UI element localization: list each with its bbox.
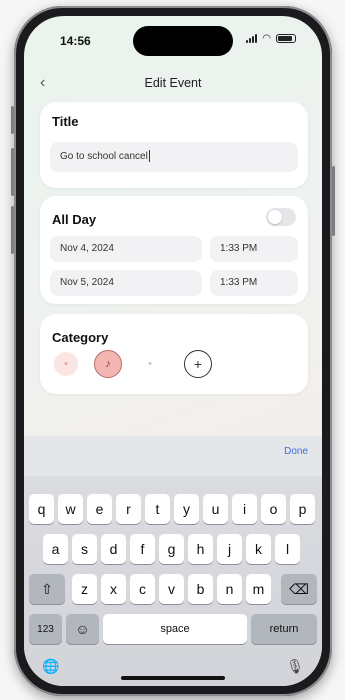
page-title: Edit Event (144, 76, 202, 90)
key-d[interactable]: d (101, 534, 126, 564)
keyboard: Done q w e r t y u i o p a s d f g h j k… (24, 436, 322, 686)
key-a[interactable]: a (43, 534, 68, 564)
return-key[interactable]: return (251, 614, 317, 644)
all-day-card: All Day Nov 4, 2024 1:33 PM Nov 5, 2024 … (40, 196, 308, 304)
key-q[interactable]: q (29, 494, 54, 524)
key-y[interactable]: y (174, 494, 199, 524)
start-time-field[interactable]: 1:33 PM (210, 236, 298, 262)
title-input[interactable]: Go to school cancel (50, 142, 298, 172)
status-icons: ◠ (246, 33, 296, 44)
key-row-4: 123 ☺ space return (24, 614, 322, 646)
category-label: Category (52, 330, 109, 345)
emoji-key[interactable]: ☺ (66, 614, 99, 644)
phone-frame: 14:56 ◠ ‹ Edit Event Title Go to school … (11, 6, 335, 696)
end-time-field[interactable]: 1:33 PM (210, 270, 298, 296)
key-l[interactable]: l (275, 534, 300, 564)
key-x[interactable]: x (101, 574, 126, 604)
add-category-button[interactable]: + (184, 350, 212, 378)
keyboard-toolbar: Done (24, 436, 322, 476)
globe-icon[interactable]: 🌐 (42, 658, 59, 675)
add-circle-icon: + (193, 356, 203, 372)
key-t[interactable]: t (145, 494, 170, 524)
title-card: Title Go to school cancel (40, 102, 308, 188)
battery-icon (276, 34, 296, 43)
cellular-signal-icon (246, 34, 258, 43)
done-button[interactable]: Done (284, 446, 308, 457)
delete-icon: ⌫ (289, 580, 309, 597)
shift-key[interactable]: ⇧ (29, 574, 65, 604)
category-option-1[interactable]: • (54, 352, 78, 376)
start-date-field[interactable]: Nov 4, 2024 (50, 236, 202, 262)
nav-bar: ‹ Edit Event (24, 74, 322, 96)
screen: 14:56 ◠ ‹ Edit Event Title Go to school … (24, 16, 322, 686)
key-f[interactable]: f (130, 534, 155, 564)
power-button (332, 166, 335, 236)
space-key[interactable]: space (103, 614, 247, 644)
key-n[interactable]: n (217, 574, 242, 604)
key-u[interactable]: u (203, 494, 228, 524)
end-date-field[interactable]: Nov 5, 2024 (50, 270, 202, 296)
category-option-3[interactable]: • (138, 352, 162, 376)
category-dot-icon: • (64, 358, 68, 370)
text-cursor (148, 150, 150, 163)
key-o[interactable]: o (261, 494, 286, 524)
volume-up-button (11, 148, 14, 196)
key-row-1: q w e r t y u i o p (24, 494, 322, 526)
action-button (11, 106, 14, 134)
key-z[interactable]: z (72, 574, 97, 604)
key-p[interactable]: p (290, 494, 315, 524)
key-c[interactable]: c (130, 574, 155, 604)
key-e[interactable]: e (87, 494, 112, 524)
key-w[interactable]: w (58, 494, 83, 524)
key-b[interactable]: b (188, 574, 213, 604)
title-label: Title (52, 114, 79, 129)
key-s[interactable]: s (72, 534, 97, 564)
key-row-2: a s d f g h j k l (24, 534, 322, 566)
key-m[interactable]: m (246, 574, 271, 604)
dynamic-island (133, 26, 233, 56)
home-indicator (121, 676, 225, 680)
numbers-key[interactable]: 123 (29, 614, 62, 644)
category-option-2[interactable]: ♪ (94, 350, 122, 378)
key-i[interactable]: i (232, 494, 257, 524)
wifi-icon: ◠ (262, 33, 271, 44)
microphone-icon[interactable]: 🎙 (286, 658, 304, 675)
title-input-value: Go to school cancel (60, 151, 148, 162)
key-g[interactable]: g (159, 534, 184, 564)
volume-down-button (11, 206, 14, 254)
key-j[interactable]: j (217, 534, 242, 564)
key-v[interactable]: v (159, 574, 184, 604)
category-card: Category • ♪ • + (40, 314, 308, 394)
music-note-icon: ♪ (105, 358, 111, 370)
key-h[interactable]: h (188, 534, 213, 564)
shift-icon: ⇧ (41, 580, 53, 597)
key-row-3: ⇧ z x c v b n m ⌫ (24, 574, 322, 606)
delete-key[interactable]: ⌫ (281, 574, 317, 604)
emoji-icon: ☺ (75, 621, 90, 637)
key-r[interactable]: r (116, 494, 141, 524)
key-k[interactable]: k (246, 534, 271, 564)
status-time: 14:56 (60, 34, 91, 48)
dot-icon: • (148, 358, 152, 370)
all-day-label: All Day (52, 212, 97, 227)
all-day-toggle[interactable] (266, 208, 296, 226)
